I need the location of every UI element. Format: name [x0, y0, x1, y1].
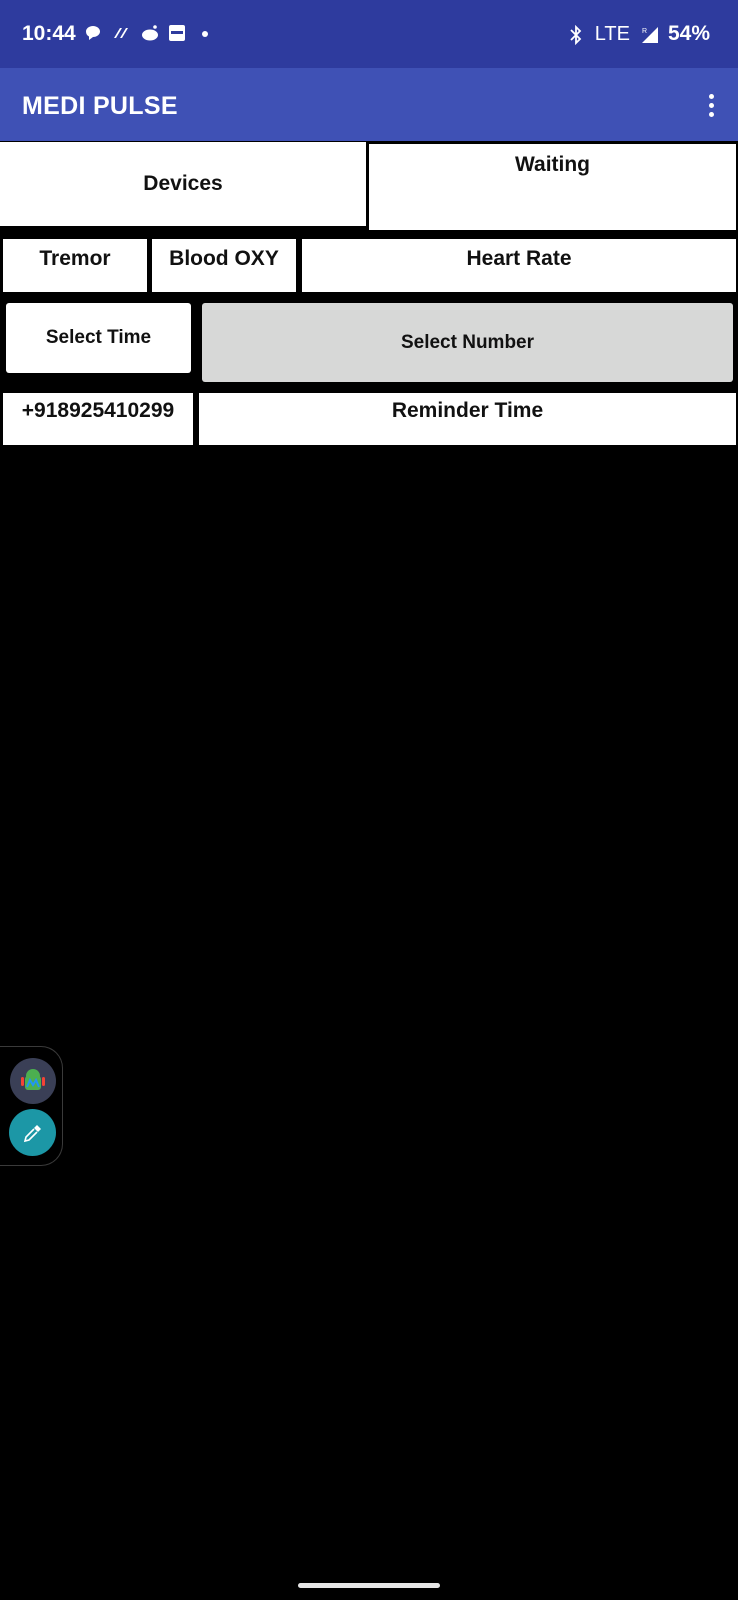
app-logo-icon: [112, 24, 130, 42]
reddit-icon: [140, 24, 158, 42]
signal-icon: R: [640, 25, 658, 43]
phone-number-text: +918925410299: [21, 399, 175, 422]
devices-button[interactable]: Devices: [0, 142, 366, 226]
select-number-label: Select Number: [400, 332, 535, 353]
devices-label: Devices: [143, 172, 223, 195]
notification-dot-icon: [196, 24, 214, 42]
blood-oxy-label: Blood OXY: [169, 247, 279, 270]
heart-rate-label: Heart Rate: [466, 247, 572, 270]
select-time-label: Select Time: [45, 327, 152, 348]
app-title: MEDI PULSE: [22, 92, 178, 120]
tremor-label: Tremor: [39, 247, 111, 270]
bluetooth-icon: [567, 24, 585, 46]
notification-icons: [84, 24, 214, 42]
reminder-time-field: Reminder Time: [199, 393, 736, 445]
svg-text:R: R: [642, 28, 647, 35]
select-time-button[interactable]: Select Time: [6, 303, 191, 373]
network-type: LTE: [594, 22, 630, 45]
select-number-button[interactable]: Select Number: [202, 303, 733, 382]
floating-tools-panel: [0, 1046, 63, 1166]
reminder-time-label: Reminder Time: [391, 399, 544, 422]
color-picker-icon[interactable]: [9, 1109, 56, 1156]
battery-level: 54%: [667, 22, 710, 45]
overflow-menu-icon[interactable]: [706, 94, 716, 118]
news-app-icon: [168, 24, 186, 42]
phone-number-field[interactable]: +918925410299: [3, 393, 193, 445]
blood-oxy-box: Blood OXY: [152, 239, 296, 292]
status-time: 10:44: [22, 22, 76, 45]
chat-bubble-icon: [84, 24, 102, 42]
waiting-label: Waiting: [514, 153, 591, 176]
home-indicator[interactable]: [298, 1583, 440, 1588]
tremor-box: Tremor: [3, 239, 147, 292]
status-bar: 10:44 LTE R 54%: [0, 0, 738, 68]
system-status: LTE R 54%: [567, 22, 710, 46]
android-debug-icon[interactable]: [10, 1058, 56, 1104]
heart-rate-box: Heart Rate: [302, 239, 736, 292]
waiting-status: Waiting: [369, 144, 736, 230]
app-bar: MEDI PULSE: [0, 68, 738, 141]
